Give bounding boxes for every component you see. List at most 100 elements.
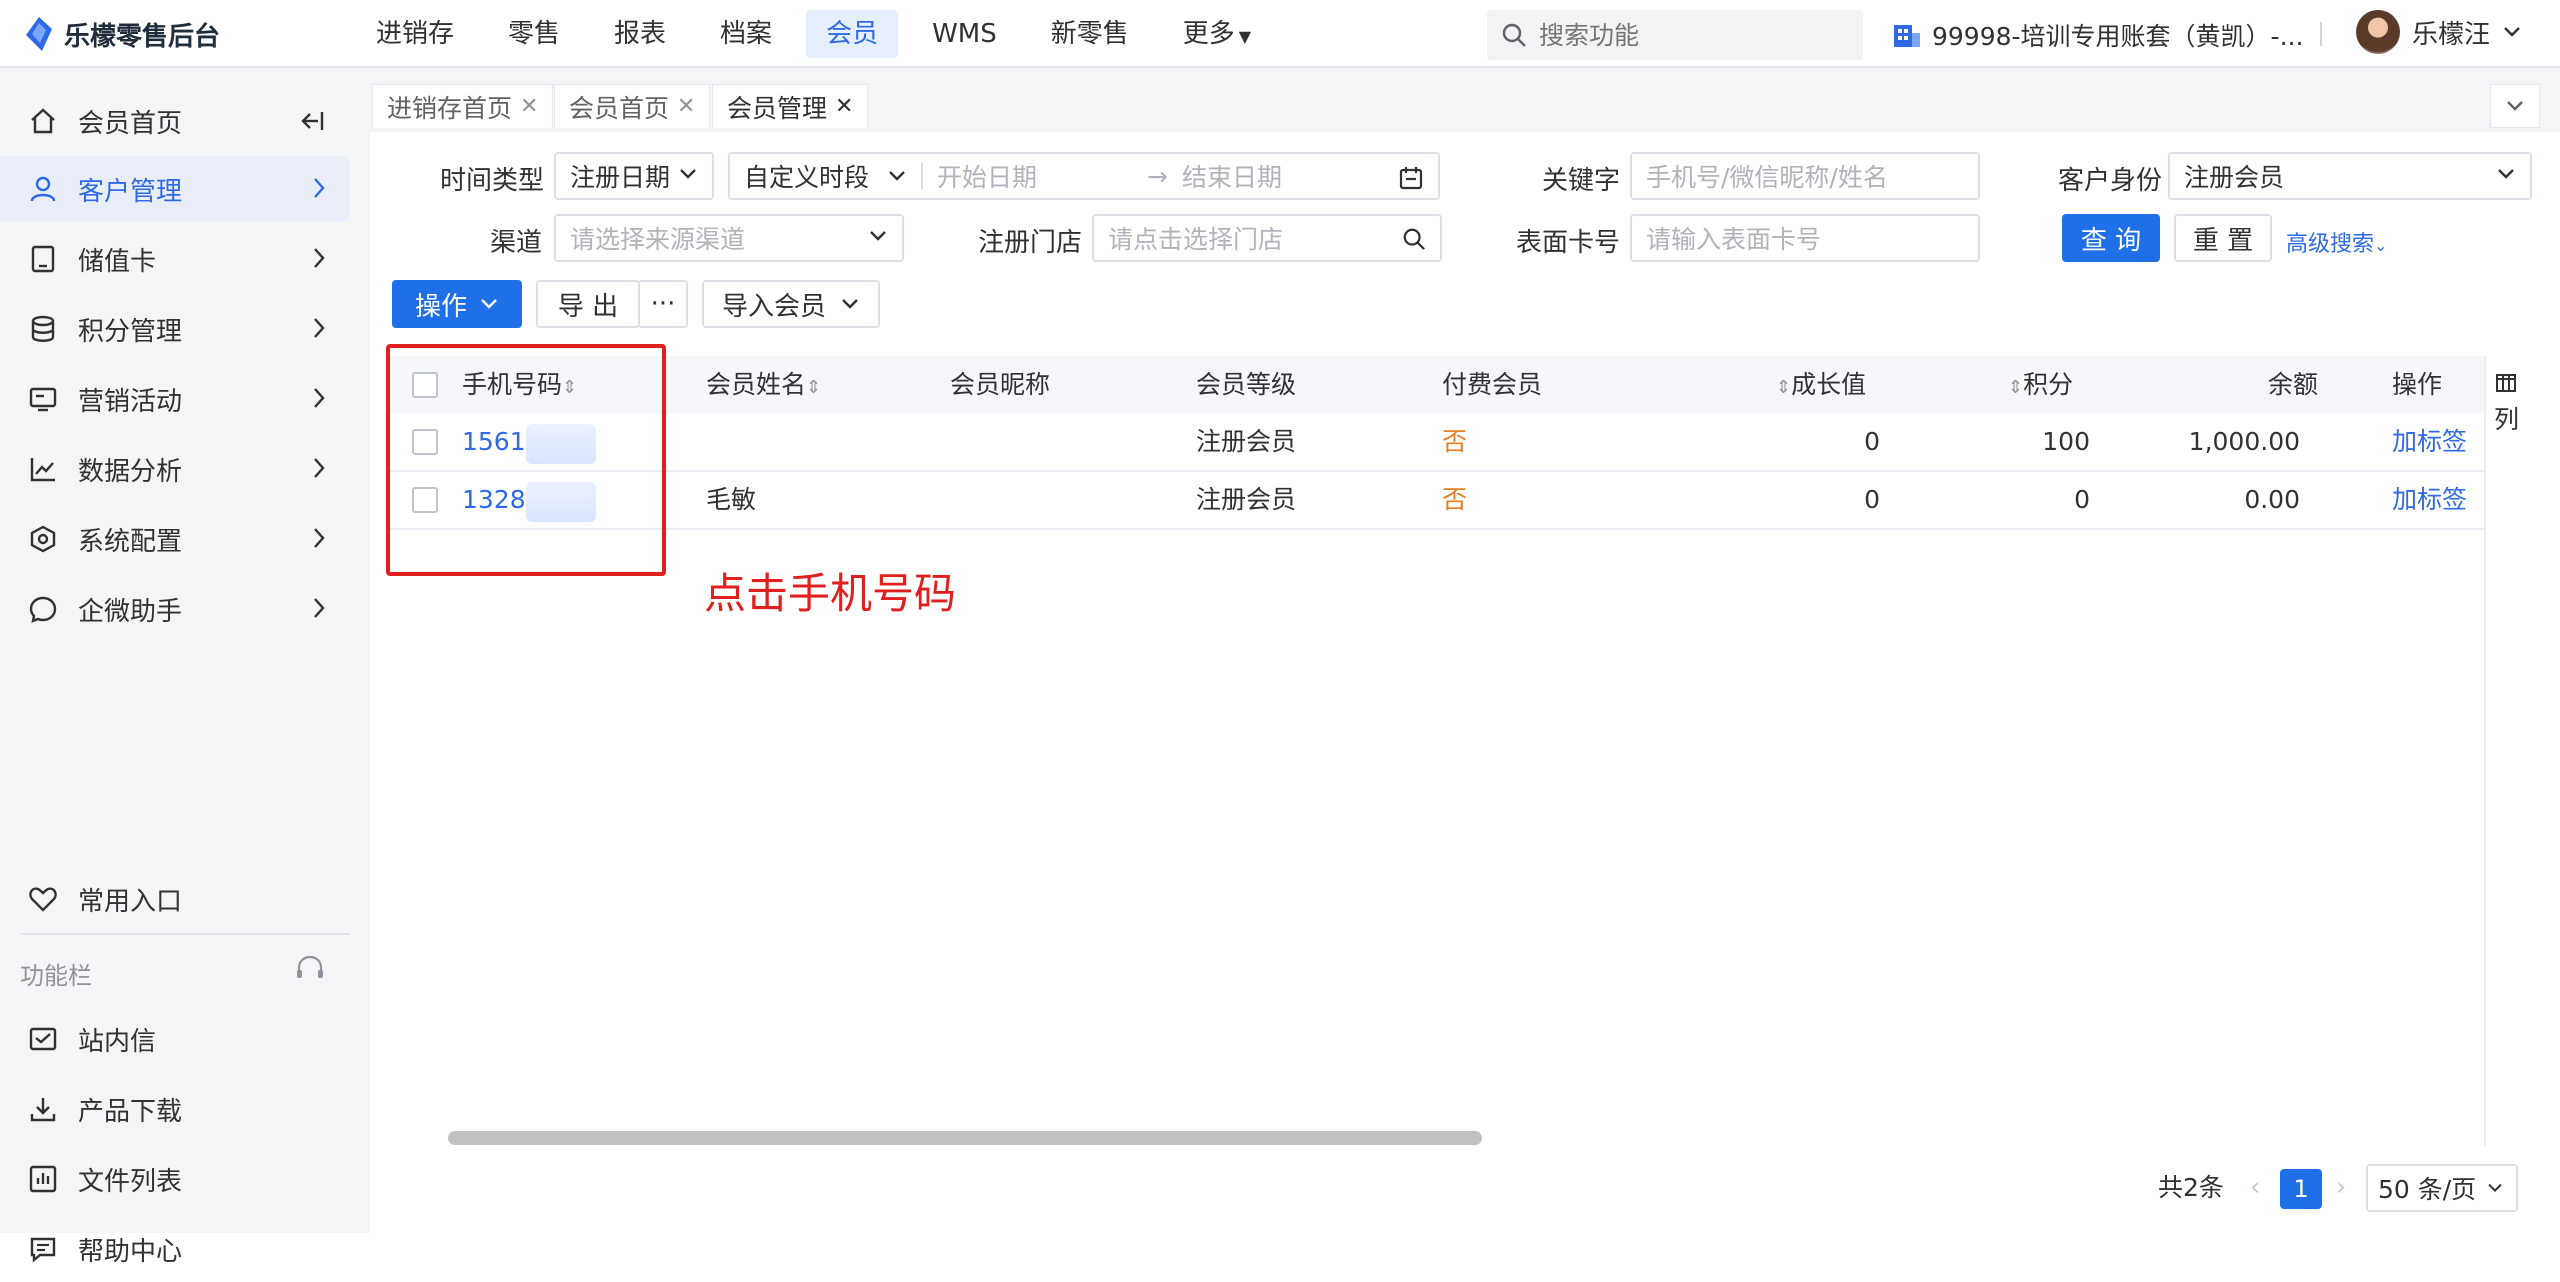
collapse-sidebar-icon[interactable] [298, 108, 326, 141]
date-range-picker[interactable]: 自定义时段 开始日期 → 结束日期 [728, 152, 1440, 200]
more-button[interactable]: ··· [638, 280, 688, 328]
growth-value: 0 [1864, 427, 1880, 456]
page-size-select[interactable]: 50 条/页 [2366, 1164, 2518, 1212]
line-chart-icon [26, 452, 60, 486]
sidebar-item-points[interactable]: 积分管理 [0, 296, 350, 362]
function-section-label: 功能栏 [20, 962, 92, 990]
nav-item-new-retail[interactable]: 新零售 [1031, 10, 1149, 58]
add-tag-link[interactable]: 加标签 [2392, 472, 2467, 528]
member-level: 注册会员 [1196, 427, 1297, 456]
next-page-icon[interactable]: › [2336, 1164, 2346, 1208]
nav-item-reports[interactable]: 报表 [594, 10, 686, 58]
sidebar-item-help[interactable]: 帮助中心 [0, 1216, 350, 1282]
import-member-button[interactable]: 导入会员 [702, 280, 880, 328]
sidebar-item-common-entry[interactable]: 常用入口 [0, 866, 350, 932]
nav-item-inventory[interactable]: 进销存 [356, 10, 474, 58]
sidebar-item-member-home[interactable]: 会员首页 [0, 88, 350, 154]
nav-item-more[interactable]: 更多 ▼ [1163, 10, 1271, 58]
time-type-select[interactable]: 注册日期 [554, 152, 714, 200]
identity-value: 注册会员 [2184, 163, 2285, 192]
add-tag-link[interactable]: 加标签 [2392, 414, 2467, 470]
sort-icon[interactable]: ⇕ [806, 377, 821, 398]
end-date-input[interactable]: 结束日期 [1182, 158, 1382, 194]
account-switcher[interactable]: 99998-培训专用账套（黄凯）-... [1892, 17, 2303, 53]
tab-inventory-home[interactable]: 进销存首页 ✕ [372, 84, 554, 128]
sidebar-item-downloads[interactable]: 产品下载 [0, 1076, 350, 1142]
chevron-right-icon [312, 246, 326, 277]
column-header-label: 成长值 [1791, 370, 1867, 399]
period-select[interactable]: 自定义时段 [744, 158, 869, 194]
sidebar-item-label: 数据分析 [78, 456, 183, 487]
query-button[interactable]: 查 询 [2062, 214, 2160, 262]
close-icon[interactable]: ✕ [520, 94, 538, 119]
prev-page-icon[interactable]: ‹ [2250, 1164, 2260, 1208]
store-select[interactable]: 请点击选择门店 [1092, 214, 1442, 262]
balance-value: 0.00 [2244, 485, 2300, 514]
chevron-right-icon [312, 596, 326, 627]
reset-button[interactable]: 重 置 [2174, 214, 2272, 262]
identity-select[interactable]: 注册会员 [2168, 152, 2532, 200]
headset-icon[interactable] [294, 954, 326, 988]
store-placeholder: 请点击选择门店 [1108, 225, 1284, 254]
page-1-button[interactable]: 1 [2280, 1169, 2322, 1209]
heart-icon [26, 882, 60, 916]
logo-icon [26, 17, 52, 51]
chevron-down-icon [2488, 1183, 2502, 1193]
horizontal-scrollbar[interactable] [448, 1131, 1482, 1145]
balance-value: 1,000.00 [2188, 427, 2300, 456]
export-button[interactable]: 导 出 [536, 280, 640, 328]
sidebar-item-label: 帮助中心 [78, 1236, 183, 1267]
nav-item-retail[interactable]: 零售 [488, 10, 580, 58]
search-input[interactable] [1539, 20, 1839, 50]
sidebar-item-label: 站内信 [78, 1026, 157, 1057]
points-value: 100 [2042, 427, 2090, 456]
chevron-right-icon [312, 316, 326, 347]
tab-member-management[interactable]: 会员管理 ✕ [712, 84, 869, 128]
operate-button[interactable]: 操作 [392, 280, 522, 328]
advanced-search-label: 高级搜索 [2286, 232, 2375, 257]
sidebar-item-file-list[interactable]: 文件列表 [0, 1146, 350, 1212]
nav-item-archive[interactable]: 档案 [700, 10, 792, 58]
caret-down-icon: ▼ [1238, 27, 1252, 46]
sidebar-item-customer-management[interactable]: 客户管理 [0, 156, 350, 222]
channel-select[interactable]: 请选择来源渠道 [554, 214, 904, 262]
sidebar-item-marketing[interactable]: 营销活动 [0, 366, 350, 432]
building-icon [1894, 25, 1920, 47]
sidebar-item-messages[interactable]: 站内信 [0, 1006, 350, 1072]
range-arrow: → [1147, 161, 1168, 191]
tab-member-home[interactable]: 会员首页 ✕ [554, 84, 711, 128]
sidebar-item-label: 积分管理 [78, 316, 183, 347]
nav-item-member[interactable]: 会员 [806, 10, 899, 58]
tab-label: 进销存首页 [387, 93, 513, 123]
tabs-dropdown-button[interactable] [2490, 84, 2540, 128]
start-date-input[interactable]: 开始日期 [937, 158, 1147, 194]
column-header-growth[interactable]: ⇕成长值 [1776, 356, 1866, 414]
nav-item-wms[interactable]: WMS [912, 10, 1017, 58]
sidebar-divider [20, 933, 350, 935]
keyword-input[interactable]: 手机号/微信昵称/姓名 [1630, 152, 1980, 200]
sidebar-item-label: 会员首页 [78, 108, 183, 139]
store-label: 注册门店 [978, 228, 1083, 258]
page-size-value: 50 条/页 [2378, 1175, 2477, 1204]
sort-icon[interactable]: ⇕ [1776, 377, 1791, 398]
sidebar-item-stored-card[interactable]: 储值卡 [0, 226, 350, 292]
close-icon[interactable]: ✕ [835, 94, 853, 119]
user-menu[interactable]: 乐檬汪 [2356, 10, 2522, 54]
column-header-points[interactable]: ⇕积分 [2008, 356, 2073, 414]
calendar-icon[interactable] [1398, 165, 1424, 191]
card-number-input[interactable]: 请输入表面卡号 [1630, 214, 1980, 262]
main-area: 进销存首页 ✕ 会员首页 ✕ 会员管理 ✕ 时间类型 注册日期 自定义时段 开始… [370, 68, 2560, 1233]
close-icon[interactable]: ✕ [677, 94, 695, 119]
chat-bubble-icon [26, 592, 60, 626]
column-header-name[interactable]: 会员姓名⇕ [706, 356, 821, 414]
sidebar-item-analytics[interactable]: 数据分析 [0, 436, 350, 502]
sidebar-item-wecom-assistant[interactable]: 企微助手 [0, 576, 350, 642]
column-settings[interactable]: 列 [2484, 356, 2524, 1146]
function-search[interactable] [1487, 10, 1863, 60]
sidebar-item-system-config[interactable]: 系统配置 [0, 506, 350, 572]
column-header-nickname: 会员昵称 [950, 370, 1051, 399]
sort-icon[interactable]: ⇕ [2008, 377, 2023, 398]
sidebar: 会员首页 客户管理 储值卡 积分管理 营销活动 数据分析 系统配置 企微助手 常… [0, 68, 370, 1267]
advanced-search-link[interactable]: 高级搜索⌄ [2286, 226, 2387, 258]
app-logo[interactable]: 乐檬零售后台 [24, 16, 220, 52]
